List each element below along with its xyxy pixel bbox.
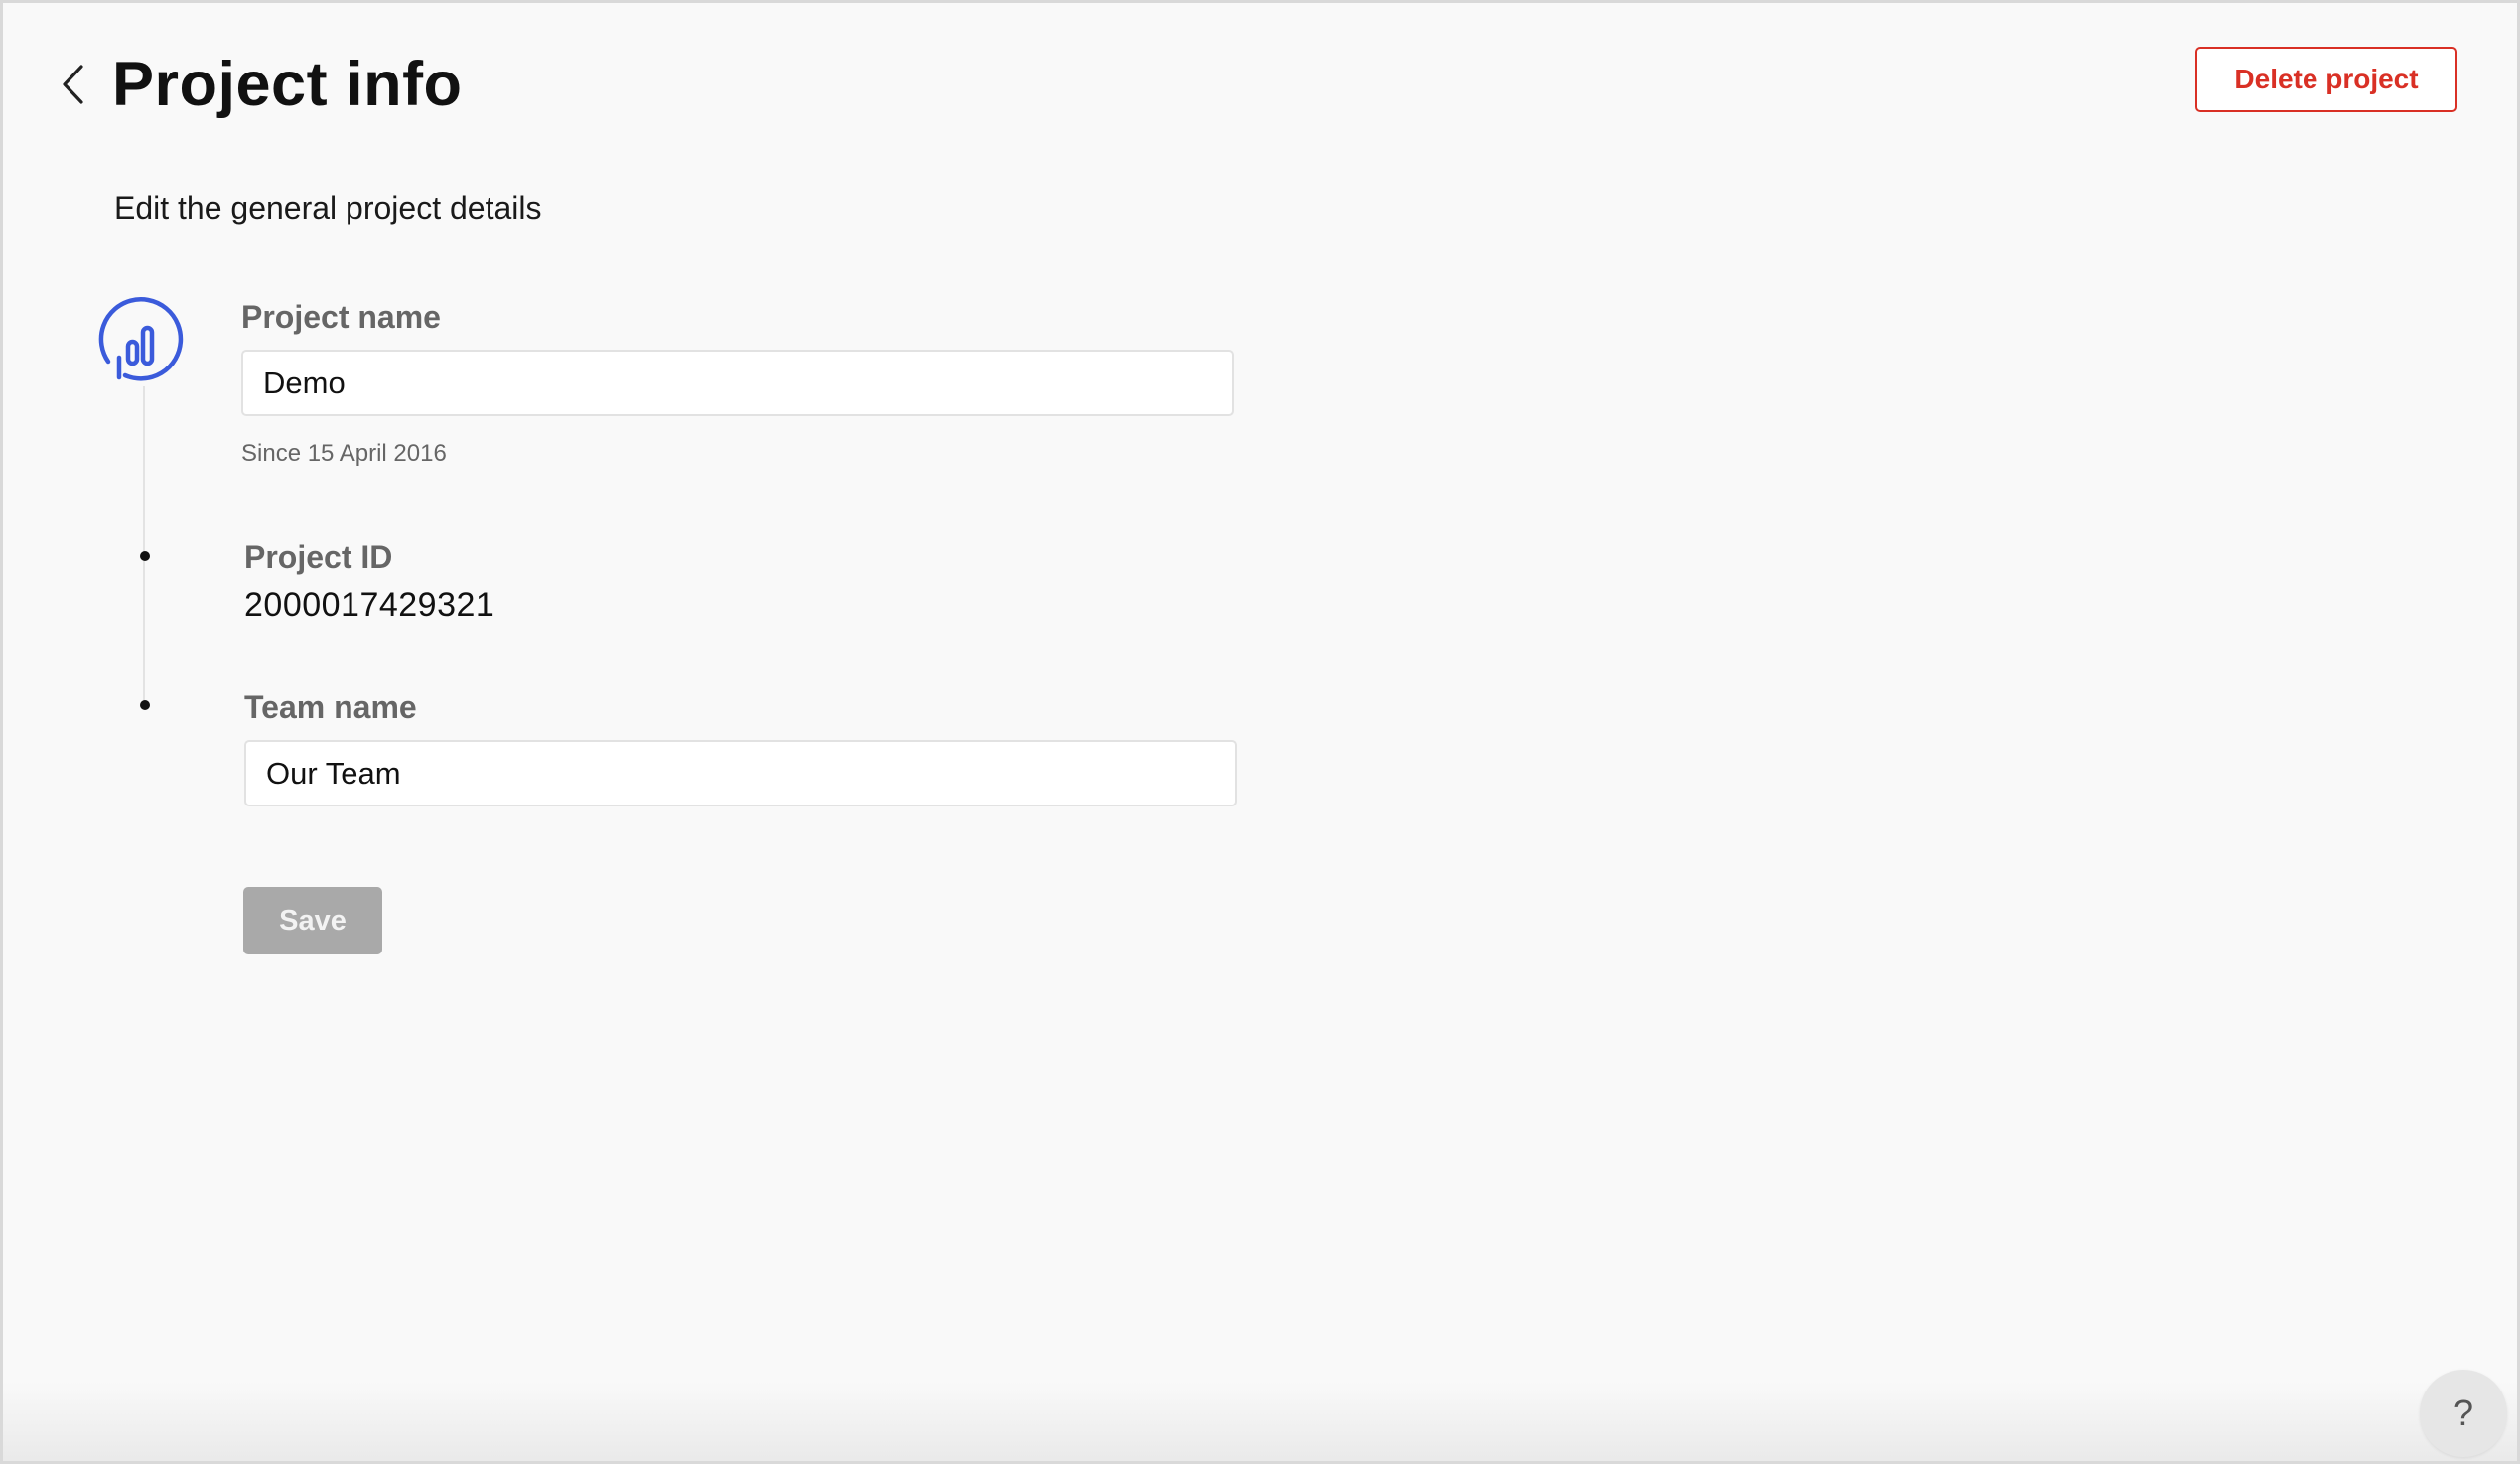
chevron-left-icon [63,65,83,104]
project-id-label: Project ID [244,539,393,575]
bar-chart-icon [98,297,184,381]
delete-project-button[interactable]: Delete project [2195,47,2457,112]
project-name-label: Project name [241,299,441,335]
page-subtitle: Edit the general project details [114,190,542,225]
timeline-line [143,386,145,700]
project-name-input[interactable] [241,350,1234,416]
help-button[interactable]: ? [2420,1370,2507,1457]
project-id-value: 2000017429321 [244,586,495,624]
back-button[interactable] [55,59,90,110]
team-name-label: Team name [244,689,417,725]
timeline-dot [140,700,150,710]
help-icon: ? [2452,1392,2474,1433]
page-title: Project info [112,50,463,119]
bottom-shade [3,1382,2517,1461]
save-button[interactable]: Save [243,887,382,954]
timeline-dot [140,551,150,561]
project-since-text: Since 15 April 2016 [241,440,447,467]
project-info-page: Project info Delete project Edit the gen… [0,0,2520,1464]
team-name-input[interactable] [244,740,1237,806]
